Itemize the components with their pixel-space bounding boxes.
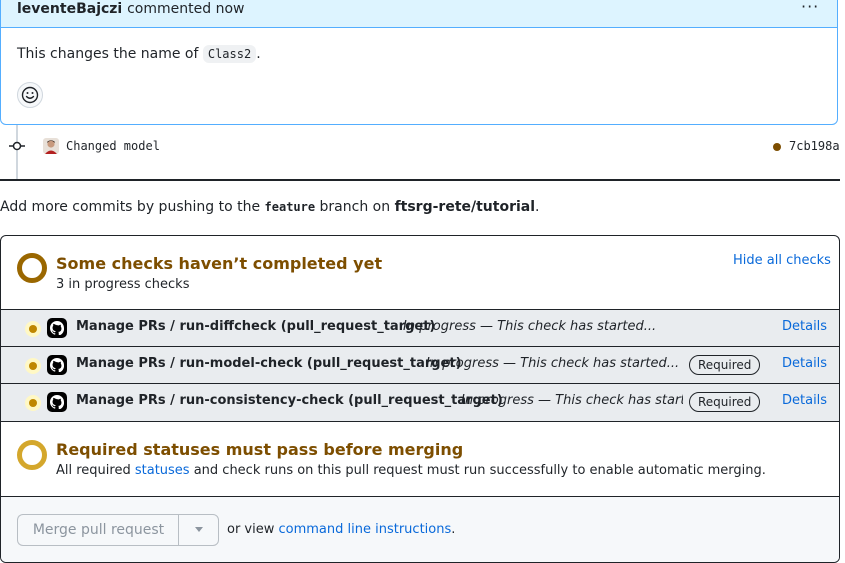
in-progress-icon (25, 321, 41, 337)
checks-subtitle: 3 in progress checks (56, 277, 190, 292)
check-details-link[interactable]: Details (782, 393, 827, 408)
github-logo-icon (47, 318, 67, 338)
github-logo-icon (47, 392, 67, 412)
check-name: Manage PRs / run-diffcheck (pull_request… (76, 319, 436, 334)
check-details-link[interactable]: Details (782, 319, 827, 334)
comment-body: This changes the name of Class2. (17, 45, 261, 63)
in-progress-icon (25, 358, 41, 374)
comment-text-prefix: This changes the name of (17, 46, 203, 62)
check-description: In progress — This check has started... (403, 319, 657, 334)
command-line-instructions-link[interactable]: command line instructions (279, 522, 452, 537)
github-logo-icon (47, 355, 67, 375)
add-reaction-button[interactable] (17, 82, 43, 108)
comment-author[interactable]: leventeBajczi (17, 1, 122, 17)
pending-checks-icon (17, 253, 47, 283)
check-description: In progress — This check has started... (461, 393, 683, 408)
required-text-prefix: All required (56, 463, 135, 478)
smiley-icon (21, 86, 39, 104)
check-name: Manage PRs / run-model-check (pull_reque… (76, 356, 462, 371)
push-hint-middle: branch on (315, 199, 395, 215)
comment-author-line: leventeBajczi commented now (17, 1, 244, 17)
required-badge: Required (689, 355, 761, 375)
check-row: Manage PRs / run-model-check (pull_reque… (1, 347, 839, 384)
statuses-link[interactable]: statuses (135, 463, 190, 478)
check-description: In progress — This check has started... (426, 356, 680, 371)
comment-time: commented now (127, 1, 245, 17)
required-badge: Required (689, 392, 761, 412)
merge-section: Merge pull request or view command line … (1, 497, 839, 562)
repo-name: ftsrg-rete/tutorial (394, 199, 536, 215)
merge-box: Some checks haven’t completed yet 3 in p… (0, 235, 840, 563)
merge-method-dropdown[interactable] (178, 514, 219, 546)
commit-author-avatar[interactable] (43, 138, 59, 154)
commit-sha-link[interactable]: 7cb198a (789, 139, 840, 153)
or-view-text: or view (227, 522, 279, 537)
check-details-link[interactable]: Details (782, 356, 827, 371)
comment-text-suffix: . (256, 46, 261, 62)
triangle-down-icon (194, 527, 203, 532)
branch-name: feature (264, 200, 316, 214)
check-name: Manage PRs / run-consistency-check (pull… (76, 393, 503, 408)
cli-instructions-text: or view command line instructions. (227, 522, 455, 537)
timeline-line (16, 125, 18, 180)
check-row: Manage PRs / run-consistency-check (pull… (1, 384, 839, 422)
check-row: Manage PRs / run-diffcheck (pull_request… (1, 310, 839, 347)
commit-message[interactable]: Changed model (66, 139, 160, 153)
comment-header: leventeBajczi commented now ··· (1, 0, 837, 28)
comment-menu-button[interactable]: ··· (801, 0, 819, 16)
required-statuses-text: All required statuses and check runs on … (56, 463, 766, 478)
push-hint-suffix: . (535, 199, 540, 215)
merge-pull-request-button[interactable]: Merge pull request (17, 514, 179, 546)
comment-box: leventeBajczi commented now ··· This cha… (0, 0, 838, 125)
timeline-divider (0, 179, 840, 181)
checks-summary: Some checks haven’t completed yet 3 in p… (1, 236, 839, 310)
hide-all-checks-link[interactable]: Hide all checks (733, 253, 831, 268)
git-commit-icon (9, 140, 25, 152)
required-statuses-section: Required statuses must pass before mergi… (1, 422, 839, 497)
comment-code: Class2 (202, 45, 257, 63)
pending-status-icon (17, 440, 47, 470)
required-text-suffix: and check runs on this pull request must… (189, 463, 766, 478)
in-progress-icon (25, 395, 41, 411)
required-statuses-title: Required statuses must pass before mergi… (56, 440, 464, 459)
push-hint: Add more commits by pushing to the featu… (0, 199, 540, 215)
checks-title: Some checks haven’t completed yet (56, 254, 383, 273)
commit-status-dot[interactable] (773, 143, 781, 151)
push-hint-prefix: Add more commits by pushing to the (0, 199, 265, 215)
cli-suffix: . (451, 522, 456, 537)
